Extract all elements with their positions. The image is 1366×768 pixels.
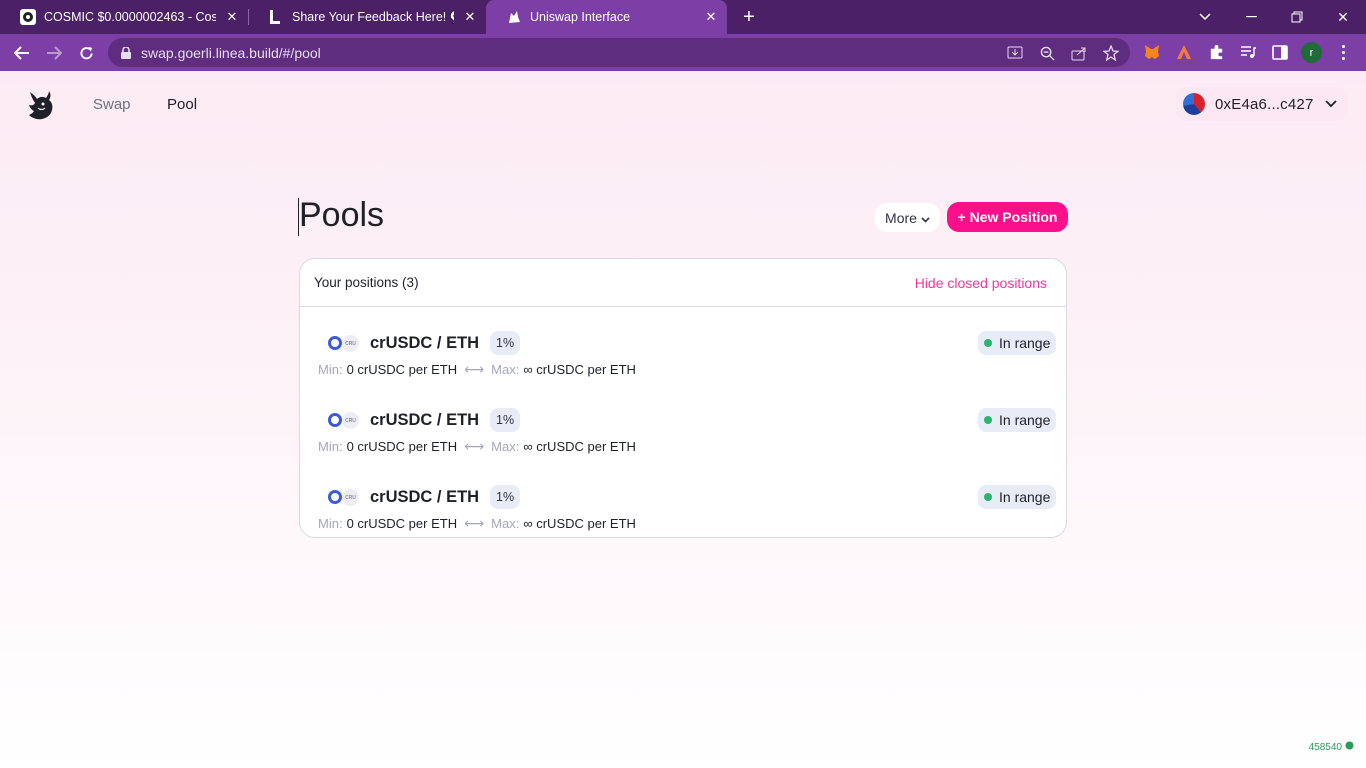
zoom-icon[interactable]: [1038, 44, 1056, 62]
browser-tab-bar: COSMIC $0.0000002463 - Cosmic ✕ Share Yo…: [0, 0, 1366, 34]
positions-header: Your positions (3) Hide closed positions: [300, 259, 1066, 307]
wallet-button[interactable]: 0xE4a6...c427: [1176, 87, 1348, 121]
max-value: ∞ crUSDC per ETH: [523, 516, 636, 531]
block-number: 458540: [1308, 741, 1342, 753]
positions-card: Your positions (3) Hide closed positions…: [299, 258, 1067, 538]
tab-title: Share Your Feedback Here! 💬 - l: [292, 9, 454, 24]
position-row[interactable]: CRU crUSDC / ETH 1% In range Min: 0 crUS…: [300, 317, 1066, 387]
positions-count: Your positions (3): [314, 275, 419, 290]
forward-arrow-icon[interactable]: [41, 40, 67, 66]
nav-pool-link[interactable]: Pool: [167, 96, 197, 113]
uniswap-logo-icon[interactable]: [26, 89, 54, 121]
more-button[interactable]: More: [875, 203, 940, 232]
chevron-down-icon: [1324, 98, 1337, 110]
min-label: Min:: [318, 362, 343, 377]
browser-tab-uniswap[interactable]: Uniswap Interface ✕: [486, 0, 727, 34]
eth-token-icon: CRU: [342, 412, 359, 429]
new-position-button[interactable]: + New Position: [947, 202, 1068, 232]
eth-token-icon: CRU: [342, 335, 359, 352]
extension-icon[interactable]: [1175, 43, 1193, 61]
close-window-icon[interactable]: ✕: [1320, 0, 1366, 34]
min-label: Min:: [318, 516, 343, 531]
double-arrow-icon: ⟷: [464, 438, 485, 454]
share-icon[interactable]: [1070, 44, 1088, 62]
hide-closed-positions-link[interactable]: Hide closed positions: [915, 275, 1047, 291]
side-panel-icon[interactable]: [1271, 43, 1289, 61]
block-number-indicator[interactable]: 458540: [1309, 741, 1354, 753]
max-label: Max:: [491, 516, 520, 531]
min-value: 0 crUSDC per ETH: [346, 439, 458, 454]
nav-swap-link[interactable]: Swap: [93, 96, 131, 113]
position-pair: crUSDC / ETH: [370, 411, 480, 429]
status-badge: In range: [978, 485, 1057, 509]
fee-badge: 1%: [490, 331, 521, 355]
browser-tab-feedback[interactable]: Share Your Feedback Here! 💬 - l ✕: [248, 0, 486, 34]
min-value: 0 crUSDC per ETH: [346, 516, 458, 531]
max-value: ∞ crUSDC per ETH: [523, 362, 636, 377]
double-arrow-icon: ⟷: [464, 515, 485, 531]
more-label: More: [885, 209, 917, 226]
max-label: Max:: [491, 439, 520, 454]
browser-menu-icon[interactable]: [1338, 42, 1348, 63]
status-label: In range: [999, 489, 1051, 505]
media-control-icon[interactable]: [1239, 43, 1257, 61]
browser-toolbar: swap.goerli.linea.build/#/pool r: [0, 34, 1366, 71]
min-value: 0 crUSDC per ETH: [346, 362, 458, 377]
position-row[interactable]: CRU crUSDC / ETH 1% In range Min: 0 crUS…: [300, 394, 1066, 464]
fee-badge: 1%: [490, 408, 521, 432]
tab-title: COSMIC $0.0000002463 - Cosmic: [44, 10, 216, 24]
crusdc-token-icon: [328, 490, 342, 504]
browser-tab-cosmic[interactable]: COSMIC $0.0000002463 - Cosmic ✕: [0, 0, 248, 34]
uniswap-favicon-icon: [506, 9, 522, 25]
status-label: In range: [999, 412, 1051, 428]
tab-search-chevron-icon[interactable]: [1182, 0, 1228, 34]
lock-icon[interactable]: [120, 46, 132, 59]
in-range-dot-icon: [984, 339, 992, 347]
price-range: Min: 0 crUSDC per ETH ⟷ Max: ∞ crUSDC pe…: [318, 515, 636, 532]
chevron-down-icon: [921, 210, 930, 226]
minimize-icon[interactable]: [1228, 0, 1274, 34]
price-range: Min: 0 crUSDC per ETH ⟷ Max: ∞ crUSDC pe…: [318, 361, 636, 378]
wallet-address: 0xE4a6...c427: [1215, 95, 1314, 113]
install-app-icon[interactable]: [1006, 44, 1024, 62]
price-range: Min: 0 crUSDC per ETH ⟷ Max: ∞ crUSDC pe…: [318, 438, 636, 455]
puzzle-extensions-icon[interactable]: [1207, 43, 1225, 61]
in-range-dot-icon: [984, 416, 992, 424]
profile-avatar[interactable]: r: [1301, 42, 1322, 63]
wallet-avatar: [1183, 93, 1205, 115]
cosmic-favicon-icon: [20, 9, 36, 25]
position-pair: crUSDC / ETH: [370, 488, 480, 506]
page-title: Pools: [299, 196, 385, 234]
new-tab-plus-icon[interactable]: +: [737, 5, 761, 29]
address-bar[interactable]: swap.goerli.linea.build/#/pool: [108, 38, 1130, 67]
status-pulse-icon: [1345, 741, 1354, 753]
uniswap-page: Swap Pool 0xE4a6...c427 Pools More + New…: [0, 71, 1366, 768]
linea-favicon-icon: [268, 9, 284, 25]
status-badge: In range: [978, 331, 1057, 355]
max-label: Max:: [491, 362, 520, 377]
fee-badge: 1%: [490, 485, 521, 509]
position-pair: crUSDC / ETH: [370, 334, 480, 352]
status-label: In range: [999, 335, 1051, 351]
reload-icon[interactable]: [73, 40, 99, 66]
url-text: swap.goerli.linea.build/#/pool: [141, 44, 321, 61]
crusdc-token-icon: [328, 336, 342, 350]
restore-icon[interactable]: [1274, 0, 1320, 34]
eth-token-icon: CRU: [342, 489, 359, 506]
bookmark-star-icon[interactable]: [1102, 44, 1120, 62]
double-arrow-icon: ⟷: [464, 361, 485, 377]
min-label: Min:: [318, 439, 343, 454]
close-tab-icon[interactable]: ✕: [224, 9, 240, 25]
metamask-extension-icon[interactable]: [1143, 43, 1161, 61]
close-tab-icon[interactable]: ✕: [703, 9, 719, 25]
in-range-dot-icon: [984, 493, 992, 501]
close-tab-icon[interactable]: ✕: [462, 9, 478, 25]
tab-title: Uniswap Interface: [530, 10, 631, 24]
position-row[interactable]: CRU crUSDC / ETH 1% In range Min: 0 crUS…: [300, 471, 1066, 541]
status-badge: In range: [978, 408, 1057, 432]
back-arrow-icon[interactable]: [9, 40, 35, 66]
crusdc-token-icon: [328, 413, 342, 427]
max-value: ∞ crUSDC per ETH: [523, 439, 636, 454]
